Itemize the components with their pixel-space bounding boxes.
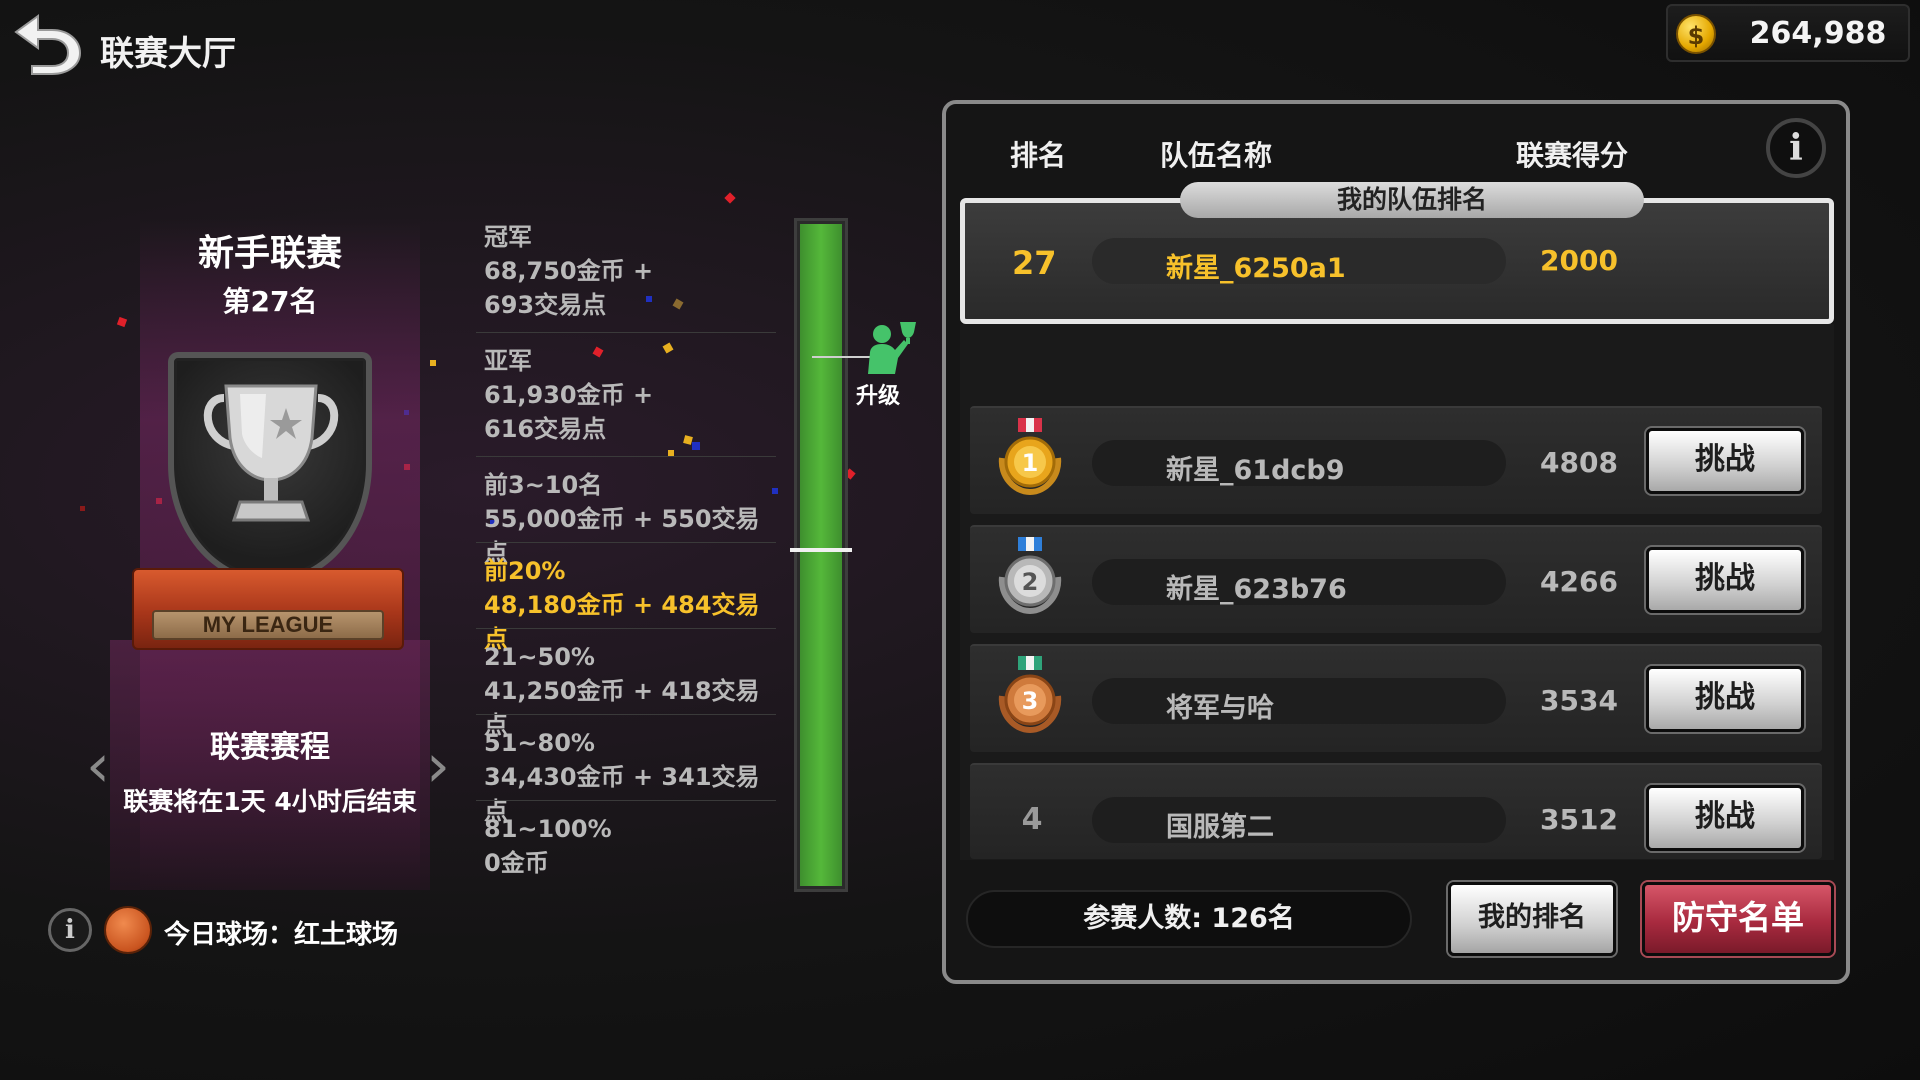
participant-count: 参赛人数: 126名 — [966, 890, 1412, 948]
page-title: 联赛大厅 — [100, 34, 236, 74]
team-name-pill — [1092, 797, 1506, 843]
team-score: 3534 — [1540, 684, 1618, 717]
my-team-tab: 我的队伍排名 — [1180, 182, 1644, 218]
team-name: 国服第二 — [1166, 812, 1274, 843]
challenge-button[interactable]: 挑战 — [1646, 547, 1804, 613]
reward-line: 0金币 — [484, 849, 549, 877]
reward-tier: 81~100% — [484, 815, 612, 843]
coin-value: 264,988 — [1749, 16, 1887, 51]
schedule-title: 联赛赛程 — [210, 730, 330, 765]
league-rank: 第27名 — [222, 285, 318, 318]
team-score: 3512 — [1540, 803, 1618, 836]
reward-tier: 亚军 — [484, 347, 532, 375]
divider — [476, 628, 776, 629]
silver-medal-icon: 2 — [998, 537, 1062, 615]
rank-number: 4 — [1021, 802, 1043, 837]
reward-runner-up: 亚军 61,930金币 + 616交易点 — [476, 344, 776, 446]
reward-tier: 51~80% — [484, 729, 595, 757]
reward-81-100: 81~100% 0金币 — [476, 812, 776, 880]
team-score: 4266 — [1540, 565, 1618, 598]
league-name: 新手联赛 — [197, 233, 342, 274]
clay-court-icon — [104, 906, 152, 954]
reward-tier: 21~50% — [484, 643, 595, 671]
team-score: 4808 — [1540, 446, 1618, 479]
reward-champion: 冠军 68,750金币 + 693交易点 — [476, 220, 776, 322]
league-progress-bar — [794, 218, 848, 892]
divider — [476, 332, 776, 333]
defense-roster-button[interactable]: 防守名单 — [1642, 882, 1834, 956]
gold-medal-icon: 1 — [998, 418, 1062, 496]
reward-tier: 前3~10名 — [484, 471, 603, 499]
reward-line: 68,750金币 + — [484, 257, 654, 285]
team-name-pill — [1092, 678, 1506, 724]
challenge-button[interactable]: 挑战 — [1646, 428, 1804, 494]
team-name: 新星_623b76 — [1166, 574, 1347, 605]
bronze-medal-icon: 3 — [998, 656, 1062, 734]
divider — [476, 542, 776, 543]
challenge-button[interactable]: 挑战 — [1646, 666, 1804, 732]
trophy-pedestal: MY LEAGUE — [132, 568, 404, 650]
current-position-marker — [790, 548, 852, 552]
svg-text:1: 1 — [1022, 449, 1039, 477]
column-header-score: 联赛得分 — [1516, 139, 1629, 172]
back-button[interactable] — [8, 8, 86, 78]
my-team-name: 新星_6250a1 — [1166, 253, 1346, 284]
info-icon[interactable]: i — [1766, 118, 1826, 178]
svg-text:3: 3 — [1022, 687, 1039, 715]
my-rank: 27 — [1012, 244, 1057, 282]
divider — [476, 800, 776, 801]
divider — [476, 714, 776, 715]
reward-line: 616交易点 — [484, 415, 607, 443]
schedule-desc: 联赛将在1天 4小时后结束 — [123, 787, 417, 816]
coin-icon: $ — [1676, 14, 1716, 54]
divider — [476, 456, 776, 457]
progress-fill — [800, 224, 842, 886]
challenge-button[interactable]: 挑战 — [1646, 785, 1804, 851]
court-text: 今日球场：红土球场 — [164, 920, 399, 950]
promote-trophy-icon — [868, 322, 916, 374]
column-header-team: 队伍名称 — [1160, 139, 1273, 172]
trophy-icon — [203, 384, 339, 522]
coin-balance: $ 264,988 — [1666, 4, 1910, 62]
reward-tier: 前20% — [484, 557, 566, 585]
reward-tier: 冠军 — [484, 223, 532, 251]
reward-line: 61,930金币 + — [484, 381, 654, 409]
column-header-rank: 排名 — [1010, 139, 1067, 172]
my-rank-button[interactable]: 我的排名 — [1448, 882, 1616, 956]
promote-label: 升级 — [855, 384, 900, 409]
my-score: 2000 — [1540, 244, 1618, 277]
reward-line: 693交易点 — [484, 291, 607, 319]
team-name: 将军与哈 — [1166, 693, 1274, 724]
team-name: 新星_61dcb9 — [1166, 455, 1345, 486]
court-info-icon[interactable]: i — [48, 908, 92, 952]
svg-text:2: 2 — [1022, 568, 1039, 596]
back-arrow-icon — [14, 14, 82, 75]
pedestal-label: MY LEAGUE — [152, 610, 384, 640]
